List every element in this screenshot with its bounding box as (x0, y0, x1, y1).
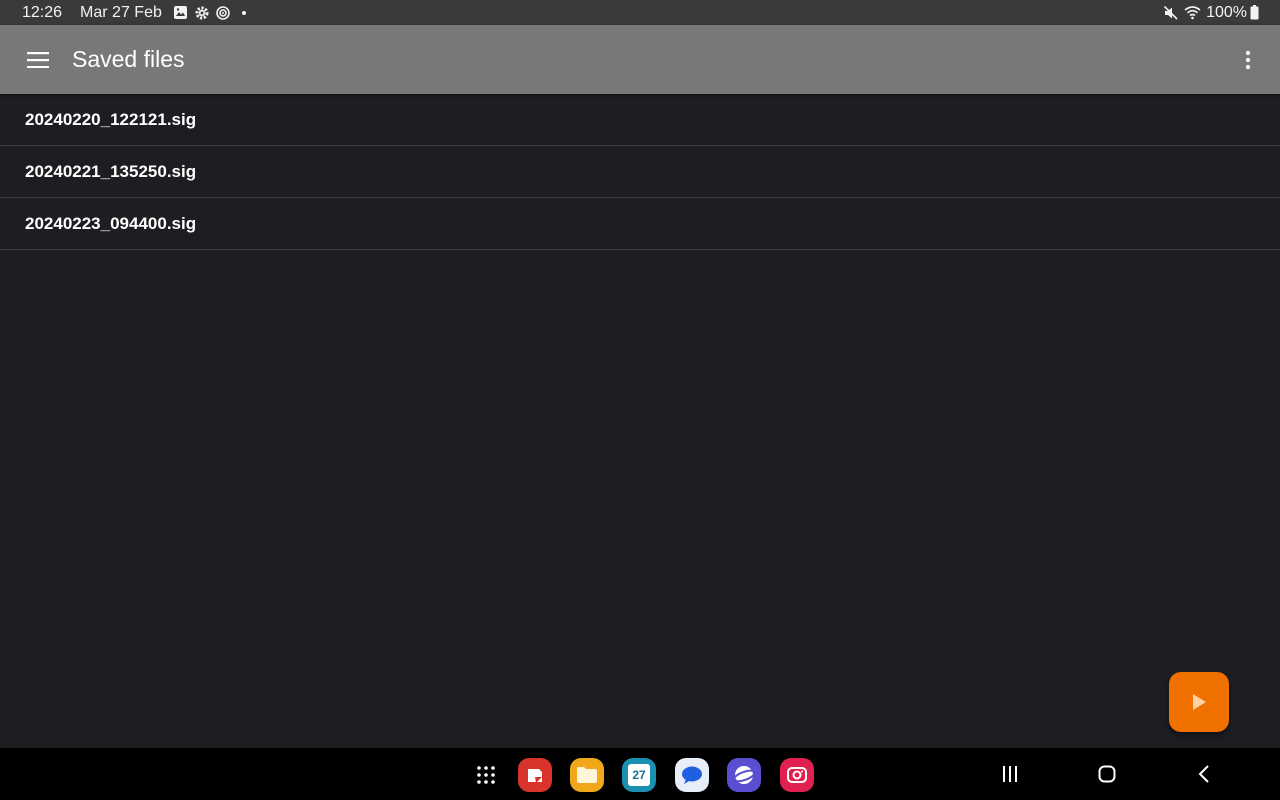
browser-icon (732, 763, 756, 787)
play-icon (1191, 693, 1207, 711)
file-name: 20240221_135250.sig (25, 161, 197, 181)
recents-icon (1001, 766, 1019, 782)
recents-button[interactable] (997, 761, 1023, 787)
gallery-icon (172, 4, 190, 22)
internet-app-button[interactable] (727, 758, 761, 792)
navigation-bar: 27 (0, 748, 1280, 800)
chat-icon (681, 765, 703, 785)
calendar-icon: 27 (628, 764, 650, 786)
file-name: 20240220_122121.sig (25, 109, 197, 129)
list-item[interactable]: 20240221_135250.sig (0, 146, 1280, 198)
notes-app-button[interactable] (518, 758, 552, 792)
calendar-app-button[interactable]: 27 (622, 758, 656, 792)
home-icon (1098, 765, 1116, 783)
play-button[interactable] (1169, 672, 1229, 732)
app-drawer-button[interactable] (469, 758, 503, 792)
folder-icon (576, 766, 598, 784)
battery-icon (1249, 4, 1259, 22)
back-icon (1198, 765, 1210, 783)
list-item[interactable]: 20240220_122121.sig (0, 94, 1280, 146)
dot-icon (235, 4, 253, 22)
more-vert-icon[interactable] (1236, 48, 1260, 72)
status-left: 12:26 Mar 27 Feb (0, 4, 256, 22)
status-bar: 12:26 Mar 27 Feb 100% (0, 0, 1280, 25)
file-list: 20240220_122121.sig 20240221_135250.sig … (0, 94, 1280, 250)
grid-icon (476, 765, 496, 785)
list-item[interactable]: 20240223_094400.sig (0, 198, 1280, 250)
app-bar: Saved files (0, 25, 1280, 94)
hamburger-menu-icon[interactable] (26, 48, 50, 72)
camera-app-button[interactable] (780, 758, 814, 792)
page-title: Saved files (72, 46, 185, 72)
file-name: 20240223_094400.sig (25, 213, 197, 233)
settings-icon (193, 4, 211, 22)
mute-icon (1162, 4, 1180, 22)
calendar-day-label: 27 (632, 768, 646, 782)
status-right: 100% (1162, 4, 1280, 22)
back-button[interactable] (1191, 761, 1217, 787)
status-date: Mar 27 Feb (80, 3, 162, 21)
notes-icon (525, 765, 545, 785)
battery-percent: 100% (1206, 3, 1247, 21)
status-time: 12:26 (22, 3, 63, 21)
my-files-app-button[interactable] (570, 758, 604, 792)
messages-app-button[interactable] (675, 758, 709, 792)
sync-icon (214, 4, 232, 22)
home-button[interactable] (1094, 761, 1120, 787)
camera-icon (786, 765, 808, 785)
wifi-icon (1183, 4, 1201, 22)
